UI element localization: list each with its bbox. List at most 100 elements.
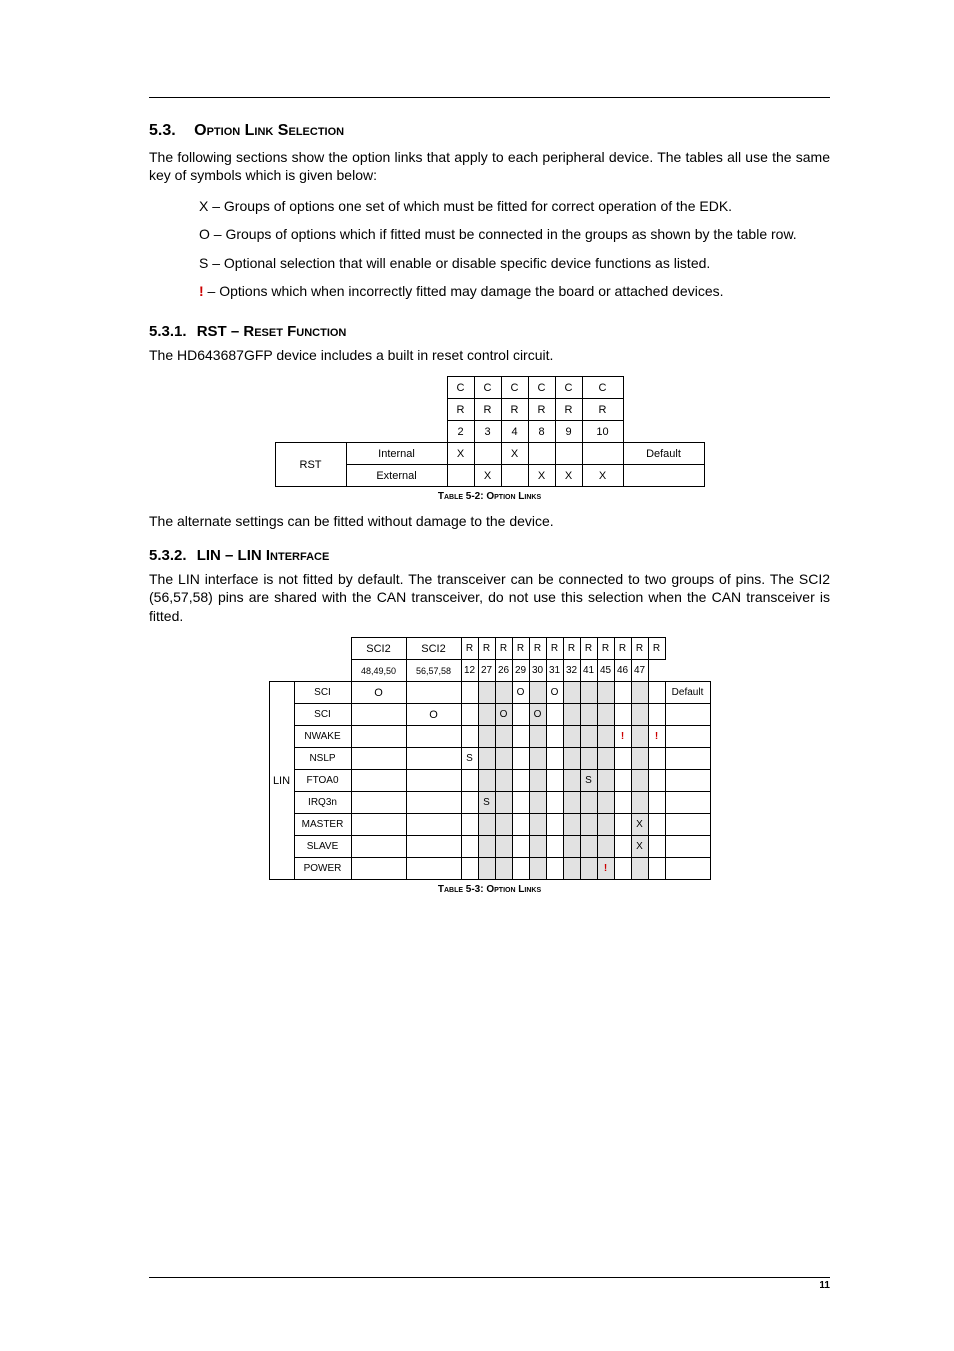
- t53-cell: [614, 748, 631, 770]
- t52-c: X: [447, 443, 474, 465]
- t53-cell: [631, 682, 648, 704]
- t53-cell: [495, 770, 512, 792]
- t52-c: X: [555, 465, 582, 487]
- t53-cell: [631, 770, 648, 792]
- t53-cell: [563, 858, 580, 880]
- t52-rowlabel: Internal: [346, 443, 447, 465]
- t53-cell: [546, 748, 563, 770]
- heading-number: 5.3.: [149, 122, 176, 140]
- t53-h: R: [614, 638, 631, 660]
- t53-cell: [406, 682, 461, 704]
- t53-h: R: [512, 638, 529, 660]
- t53-cell: [478, 726, 495, 748]
- t53-h2: 45: [597, 660, 614, 682]
- t53-cell: [529, 792, 546, 814]
- t53-cell: [495, 814, 512, 836]
- t52-h: C: [474, 377, 501, 399]
- t53-cell: [648, 814, 665, 836]
- t53-cell: [546, 704, 563, 726]
- t53-cell: O: [529, 704, 546, 726]
- t53-h2: 26: [495, 660, 512, 682]
- bang-icon: !: [621, 731, 624, 742]
- t53-cell: [614, 836, 631, 858]
- intro-5-3-2: The LIN interface is not fitted by defau…: [149, 570, 830, 625]
- t53-cell: [580, 858, 597, 880]
- t53-note: [665, 704, 710, 726]
- t53-cell: [512, 836, 529, 858]
- t53-h2: 46: [614, 660, 631, 682]
- t53-cell: [648, 770, 665, 792]
- t53-group: LIN: [269, 682, 294, 880]
- t53-cell: [631, 726, 648, 748]
- intro-5-3: The following sections show the option l…: [149, 148, 830, 185]
- t53-cell: [546, 814, 563, 836]
- t53-note: [665, 814, 710, 836]
- t53-cell: [351, 704, 406, 726]
- t53-cell: S: [478, 792, 495, 814]
- t53-cell: [406, 836, 461, 858]
- t53-cell: [495, 748, 512, 770]
- t53-cell: [648, 682, 665, 704]
- t53-cell: [512, 858, 529, 880]
- t53-cell: [546, 726, 563, 748]
- t52-h: 4: [501, 421, 528, 443]
- t53-h: SCI2: [351, 638, 406, 660]
- t53-h2: 30: [529, 660, 546, 682]
- key-o: O – Groups of options which if fitted mu…: [199, 225, 830, 243]
- t53-cell: [546, 836, 563, 858]
- t53-rowlabel: POWER: [294, 858, 351, 880]
- t53-cell: [597, 748, 614, 770]
- t52-c: X: [474, 465, 501, 487]
- t53-cell: [597, 704, 614, 726]
- t53-cell: O: [351, 682, 406, 704]
- t52-h: R: [555, 399, 582, 421]
- t53-h: R: [461, 638, 478, 660]
- t53-note: [665, 836, 710, 858]
- t53-h2: 31: [546, 660, 563, 682]
- t53-cell: !: [614, 726, 631, 748]
- after-5-3-1: The alternate settings can be fitted wit…: [149, 512, 830, 530]
- t53-cell: S: [580, 770, 597, 792]
- t52-c: X: [501, 443, 528, 465]
- t53-rowlabel: MASTER: [294, 814, 351, 836]
- key-list: X – Groups of options one set of which m…: [199, 197, 830, 301]
- t52-h: 9: [555, 421, 582, 443]
- t53-cell: [406, 858, 461, 880]
- t53-cell: O: [512, 682, 529, 704]
- t53-cell: [461, 682, 478, 704]
- t52-h: C: [528, 377, 555, 399]
- t52-c: [582, 443, 623, 465]
- bang-icon: !: [655, 731, 658, 742]
- t53-cell: [478, 770, 495, 792]
- t52-note: Default: [623, 443, 704, 465]
- t53-cell: [546, 858, 563, 880]
- t53-cell: O: [406, 704, 461, 726]
- t53-rowlabel: SCI: [294, 682, 351, 704]
- t53-cell: [351, 814, 406, 836]
- t53-h: R: [597, 638, 614, 660]
- table-5-2: C C C C C C R R R R R R 2 3 4 8 9 10: [275, 376, 705, 487]
- t53-cell: [351, 858, 406, 880]
- t52-h: C: [555, 377, 582, 399]
- t53-note: [665, 770, 710, 792]
- t53-cell: [563, 770, 580, 792]
- t53-cell: !: [648, 726, 665, 748]
- t53-cell: [478, 682, 495, 704]
- t52-rowlabel: External: [346, 465, 447, 487]
- t53-cell: [648, 836, 665, 858]
- caption-5-2: Table 5-2: Option Links: [149, 491, 830, 502]
- t53-cell: [597, 770, 614, 792]
- t53-cell: [461, 858, 478, 880]
- t53-rowlabel: NWAKE: [294, 726, 351, 748]
- t53-cell: S: [461, 748, 478, 770]
- t53-cell: [563, 814, 580, 836]
- t53-h: SCI2: [406, 638, 461, 660]
- table-5-3: SCI2 SCI2 R R R R R R R R R R R R 48,49,…: [269, 637, 711, 880]
- t53-cell: [461, 792, 478, 814]
- intro-5-3-1: The HD643687GFP device includes a built …: [149, 346, 830, 364]
- t52-c: [447, 465, 474, 487]
- t53-cell: [597, 814, 614, 836]
- t53-h2: 29: [512, 660, 529, 682]
- t52-h: C: [447, 377, 474, 399]
- heading-number: 5.3.2.: [149, 547, 187, 564]
